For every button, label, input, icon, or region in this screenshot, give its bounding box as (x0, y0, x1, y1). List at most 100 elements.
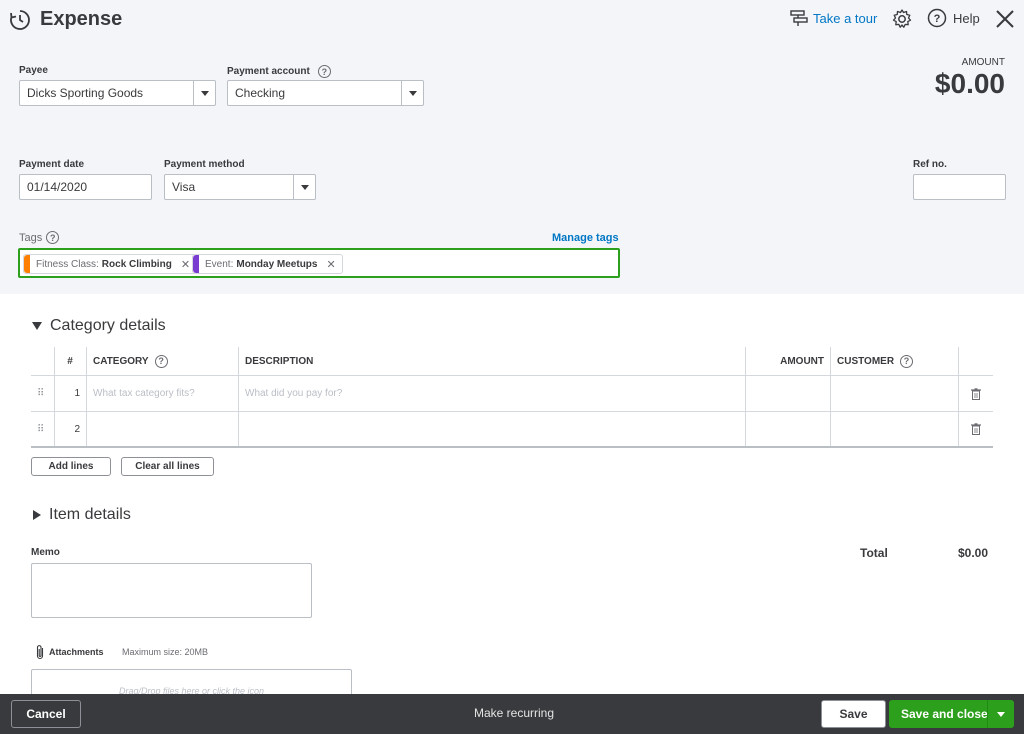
payment-method-select[interactable]: Visa (164, 174, 316, 200)
col-category-label: CATEGORY (93, 355, 149, 367)
save-button[interactable]: Save (821, 700, 886, 728)
chevron-down-icon (408, 90, 417, 96)
save-options-dropdown[interactable] (988, 700, 1014, 728)
save-and-close-label: Save and close (901, 707, 988, 721)
tag-chip: Event: Monday Meetups ✕ (192, 254, 343, 274)
table-row: ⠿ 2 (31, 412, 993, 448)
memo-label: Memo (31, 547, 60, 558)
payee-label: Payee (19, 65, 48, 76)
ref-label: Ref no. (913, 159, 947, 170)
remove-tag-icon[interactable]: ✕ (326, 258, 335, 271)
date-value: 01/14/2020 (27, 180, 88, 194)
expand-triangle-icon (33, 510, 41, 520)
close-icon[interactable] (994, 8, 1016, 30)
col-amount: AMOUNT (780, 355, 824, 367)
make-recurring-link[interactable]: Make recurring (474, 706, 554, 720)
help-circle-icon[interactable]: ? (46, 231, 60, 244)
tag-group: Fitness Class: (36, 258, 99, 270)
customer-input[interactable] (830, 376, 958, 411)
amount-label: AMOUNT (961, 57, 1005, 68)
help-button[interactable]: ? Help (927, 8, 980, 28)
date-label: Payment date (19, 159, 85, 170)
amount-input[interactable] (745, 412, 830, 446)
category-details-title: Category details (50, 317, 166, 334)
table-header: # CATEGORY ? DESCRIPTION AMOUNT CUSTOMER… (31, 347, 993, 376)
account-value: Checking (235, 86, 286, 100)
tags-label: Tags (19, 231, 43, 244)
tag-color-bar (193, 255, 199, 273)
header-panel: Expense Take a tour ? Help Payee Dicks S… (0, 0, 1024, 294)
payee-dropdown[interactable] (193, 81, 215, 105)
memo-textarea[interactable] (31, 563, 312, 618)
svg-text:?: ? (934, 13, 941, 25)
payee-select[interactable]: Dicks Sporting Goods (19, 80, 216, 106)
method-value: Visa (172, 180, 196, 194)
amount-input[interactable] (745, 376, 830, 411)
col-description: DESCRIPTION (245, 355, 314, 367)
account-label: Payment account (227, 66, 310, 77)
item-details-title: Item details (49, 506, 131, 523)
paperclip-icon (36, 645, 44, 660)
trash-icon[interactable] (971, 376, 981, 411)
row-number: 1 (74, 388, 80, 399)
col-customer: CUSTOMER ? (837, 347, 914, 375)
category-details-toggle[interactable]: Category details (32, 317, 166, 335)
expense-clock-icon (10, 10, 30, 30)
payee-value: Dicks Sporting Goods (27, 86, 144, 100)
attachments-header[interactable]: Attachments (35, 644, 104, 660)
help-circle-icon[interactable]: ? (154, 354, 168, 368)
tags-input[interactable]: Fitness Class: Rock Climbing ✕ Event: Mo… (18, 248, 620, 278)
category-table: # CATEGORY ? DESCRIPTION AMOUNT CUSTOMER… (31, 347, 993, 448)
footer-bar: Cancel Make recurring Save Save and clos… (0, 694, 1024, 734)
method-label: Payment method (164, 159, 245, 170)
ref-no-input[interactable] (913, 174, 1006, 200)
tag-name: Monday Meetups (236, 258, 318, 270)
drag-handle-icon[interactable]: ⠿ (37, 376, 44, 411)
payment-date-input[interactable]: 01/14/2020 (19, 174, 152, 200)
row-number: 2 (74, 423, 80, 435)
help-icon: ? (927, 8, 947, 28)
drag-handle-icon[interactable]: ⠿ (37, 412, 44, 446)
payment-account-select[interactable]: Checking (227, 80, 424, 106)
take-tour-label: Take a tour (813, 10, 878, 26)
tags-label-wrap: Tags ? (19, 231, 60, 244)
take-tour-link[interactable]: Take a tour (789, 9, 877, 27)
tag-name: Rock Climbing (101, 258, 172, 270)
help-circle-icon[interactable]: ? (900, 354, 914, 368)
attachments-max-size: Maximum size: 20MB (122, 647, 209, 657)
chevron-down-icon (300, 184, 309, 190)
method-dropdown[interactable] (293, 175, 315, 199)
help-circle-icon[interactable]: ? (317, 65, 331, 78)
manage-tags-link[interactable]: Manage tags (552, 232, 619, 244)
page-title: Expense (40, 8, 123, 30)
save-and-close-button[interactable]: Save and close (889, 700, 1014, 728)
gear-icon[interactable] (891, 8, 913, 30)
clear-all-lines-button[interactable]: Clear all lines (121, 457, 214, 476)
chevron-down-icon (997, 711, 1005, 717)
description-input[interactable] (245, 412, 745, 446)
amount-value: $0.00 (934, 68, 1005, 99)
item-details-toggle[interactable]: Item details (33, 506, 131, 524)
signpost-icon (790, 10, 808, 26)
tag-group: Event: (205, 258, 234, 270)
total-label: Total (860, 546, 888, 560)
attachments-label: Attachments (49, 647, 104, 657)
tag-color-bar (24, 255, 30, 273)
tag-chip: Fitness Class: Rock Climbing ✕ (23, 254, 198, 274)
customer-input[interactable] (830, 412, 958, 446)
category-input[interactable]: What tax category fits? (93, 376, 195, 411)
category-input[interactable] (93, 412, 238, 446)
cancel-button[interactable]: Cancel (11, 700, 81, 728)
chevron-down-icon (200, 90, 209, 96)
col-num: # (67, 355, 73, 367)
col-category: CATEGORY ? (93, 347, 168, 375)
account-dropdown[interactable] (401, 81, 423, 105)
col-customer-label: CUSTOMER (837, 355, 895, 367)
trash-icon[interactable] (971, 412, 981, 446)
add-lines-button[interactable]: Add lines (31, 457, 111, 476)
description-input[interactable]: What did you pay for? (245, 376, 342, 411)
account-label-wrap: Payment account ? (227, 65, 331, 78)
total-value: $0.00 (958, 546, 989, 560)
collapse-triangle-icon (32, 322, 42, 330)
remove-tag-icon[interactable]: ✕ (181, 258, 190, 271)
